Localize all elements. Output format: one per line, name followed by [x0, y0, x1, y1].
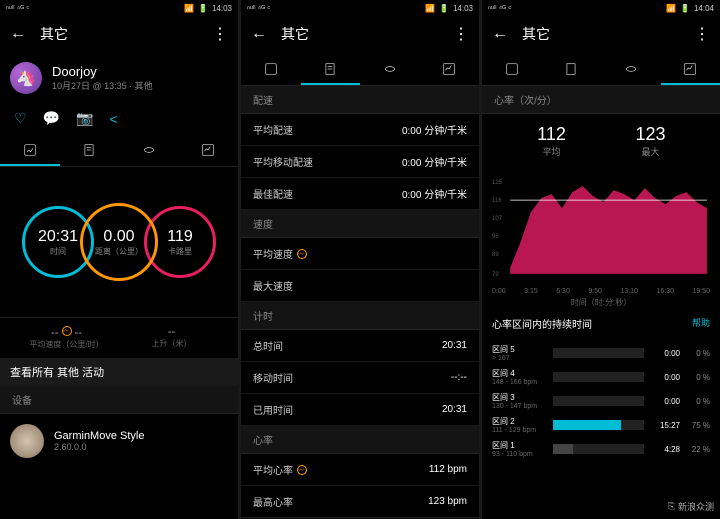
- zone-row: 区间 4148 - 166 bpm 0:000 %: [492, 365, 710, 389]
- device-row[interactable]: GarminMove Style 2.60.0.0: [0, 414, 238, 468]
- device-name: GarminMove Style: [54, 430, 144, 442]
- profile-date: 10月27日 @ 13:35 · 其他: [52, 79, 153, 92]
- tab-laps[interactable]: [119, 133, 179, 166]
- svg-text:89: 89: [492, 251, 499, 258]
- svg-text:125: 125: [492, 179, 503, 186]
- stat-row: 平均心率 112 bpm: [241, 454, 479, 486]
- see-all-link[interactable]: 查看所有 其他 活动: [0, 358, 238, 386]
- badge-icon: [297, 465, 307, 475]
- tab-laps[interactable]: [601, 52, 661, 85]
- device-version: 2.60.0.0: [54, 442, 144, 452]
- app-header: ← 其它 ⋮: [482, 16, 720, 52]
- stat-row: 最高心率123 bpm: [241, 486, 479, 518]
- devices-header: 设备: [0, 386, 238, 414]
- tab-chart[interactable]: [420, 52, 480, 85]
- stat-row: 最佳配速0:00 分钟/千米: [241, 178, 479, 210]
- action-bar: ♡ 💬 📷 <: [0, 104, 238, 133]
- stat-row: 已用时间20:31: [241, 394, 479, 426]
- hr-chart: 125 116 107 98 89 79: [482, 168, 720, 288]
- pace-header: 配速: [241, 86, 479, 114]
- page-title: 其它: [281, 24, 439, 44]
- badge-icon: [297, 249, 307, 259]
- menu-icon[interactable]: ⋮: [212, 24, 228, 44]
- status-bar: ⁿᵘˡˡ ⁴ᴳ ᶜ 📶🔋14:03: [241, 0, 479, 16]
- zone-row: 区间 5> 167 0:000 %: [492, 341, 710, 365]
- zones-list: 区间 5> 167 0:000 % 区间 4148 - 166 bpm 0:00…: [482, 337, 720, 465]
- tab-stats[interactable]: [60, 133, 120, 166]
- app-header: ← 其它 ⋮: [241, 16, 479, 52]
- menu-icon[interactable]: ⋮: [453, 24, 469, 44]
- page-title: 其它: [40, 24, 198, 44]
- tab-chart[interactable]: [661, 52, 720, 85]
- stat-row: 平均移动配速0:00 分钟/千米: [241, 146, 479, 178]
- camera-icon[interactable]: 📷: [76, 110, 93, 127]
- back-icon[interactable]: ←: [251, 25, 267, 43]
- rings: 20:31时间 0.00距离（公里） 119卡路里: [0, 167, 238, 317]
- tab-stats[interactable]: [301, 52, 361, 85]
- back-icon[interactable]: ←: [10, 25, 26, 43]
- hr-summary: 112平均 123最大: [482, 114, 720, 168]
- svg-text:79: 79: [492, 271, 499, 278]
- like-icon[interactable]: ♡: [14, 110, 27, 127]
- svg-text:98: 98: [492, 233, 499, 240]
- stat-row: 总时间20:31: [241, 330, 479, 362]
- meta-row: -- --平均速度（公里/时） --上升（米）: [0, 317, 238, 358]
- profile-block: Doorjoy 10月27日 @ 13:35 · 其他: [0, 52, 238, 104]
- tabs: [241, 52, 479, 86]
- tab-summary[interactable]: [0, 133, 60, 166]
- zone-row: 区间 3130 - 147 bpm 0:000 %: [492, 389, 710, 413]
- back-icon[interactable]: ←: [492, 25, 508, 43]
- watermark: ⎘新浪众测: [668, 500, 714, 513]
- status-bar: ⁿᵘˡˡ ⁴ᴳ ᶜ 📶🔋14:03: [0, 0, 238, 16]
- share-icon[interactable]: <: [109, 111, 117, 127]
- stat-row: 移动时间--:--: [241, 362, 479, 394]
- comment-icon[interactable]: 💬: [43, 110, 60, 127]
- tab-stats[interactable]: [542, 52, 602, 85]
- ring-distance: 0.00距离（公里）: [80, 203, 158, 281]
- menu-icon[interactable]: ⋮: [694, 24, 710, 44]
- hr-chart-title: 心率（次/分）: [482, 86, 720, 114]
- stat-row: 平均速度: [241, 238, 479, 270]
- status-bar: ⁿᵘˡˡ ⁴ᴳ ᶜ 📶🔋14:04: [482, 0, 720, 16]
- tabs: [0, 133, 238, 167]
- chart-xlabel: 时间（时:分:秒）: [482, 295, 720, 310]
- svg-text:116: 116: [492, 197, 502, 204]
- tabs: [482, 52, 720, 86]
- stat-row: 最大速度: [241, 270, 479, 302]
- time-header: 计时: [241, 302, 479, 330]
- tab-chart[interactable]: [179, 133, 239, 166]
- device-image: [10, 424, 44, 458]
- tab-summary[interactable]: [241, 52, 301, 85]
- help-link[interactable]: 帮助: [692, 316, 710, 331]
- avatar[interactable]: [10, 62, 42, 94]
- svg-text:107: 107: [492, 215, 503, 222]
- zone-row: 区间 193 - 110 bpm 4:2822 %: [492, 437, 710, 461]
- zones-header: 心率区间内的持续时间: [492, 316, 592, 331]
- page-title: 其它: [522, 24, 680, 44]
- chart-xticks: 0:003:156:309:5013:1016:3019:50: [482, 288, 720, 295]
- profile-name: Doorjoy: [52, 64, 153, 79]
- app-header: ← 其它 ⋮: [0, 16, 238, 52]
- speed-header: 速度: [241, 210, 479, 238]
- tab-laps[interactable]: [360, 52, 420, 85]
- hr-header: 心率: [241, 426, 479, 454]
- stat-row: 平均配速0:00 分钟/千米: [241, 114, 479, 146]
- zone-row: 区间 2111 - 129 bpm 15:2775 %: [492, 413, 710, 437]
- badge-icon: [62, 326, 72, 336]
- tab-summary[interactable]: [482, 52, 542, 85]
